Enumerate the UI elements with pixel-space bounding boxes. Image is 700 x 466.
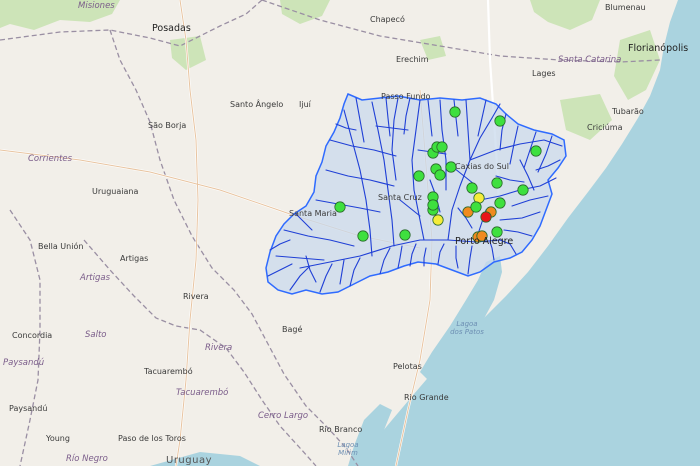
station-marker-green[interactable] [399, 229, 411, 241]
station-marker-green[interactable] [466, 182, 478, 194]
station-marker-green[interactable] [494, 115, 506, 127]
station-marker-green[interactable] [470, 201, 482, 213]
station-marker-yellow[interactable] [432, 214, 444, 226]
station-marker-orange[interactable] [476, 230, 488, 242]
station-marker-green[interactable] [491, 177, 503, 189]
station-marker-green[interactable] [530, 145, 542, 157]
station-marker-green[interactable] [491, 226, 503, 238]
station-marker-green[interactable] [445, 161, 457, 173]
station-marker-green[interactable] [334, 201, 346, 213]
station-marker-green[interactable] [427, 199, 439, 211]
station-marker-green[interactable] [413, 170, 425, 182]
station-marker-green[interactable] [494, 197, 506, 209]
forest-areas [0, 0, 660, 140]
station-marker-red[interactable] [480, 211, 492, 223]
map-canvas[interactable] [0, 0, 700, 466]
map-view[interactable]: Misiones Posadas Chapecó Blumenau Floria… [0, 0, 700, 466]
station-marker-green[interactable] [434, 169, 446, 181]
station-marker-green[interactable] [436, 141, 448, 153]
station-marker-green[interactable] [517, 184, 529, 196]
station-marker-green[interactable] [449, 106, 461, 118]
rio-da-prata-shape [150, 452, 260, 466]
station-marker-green[interactable] [357, 230, 369, 242]
